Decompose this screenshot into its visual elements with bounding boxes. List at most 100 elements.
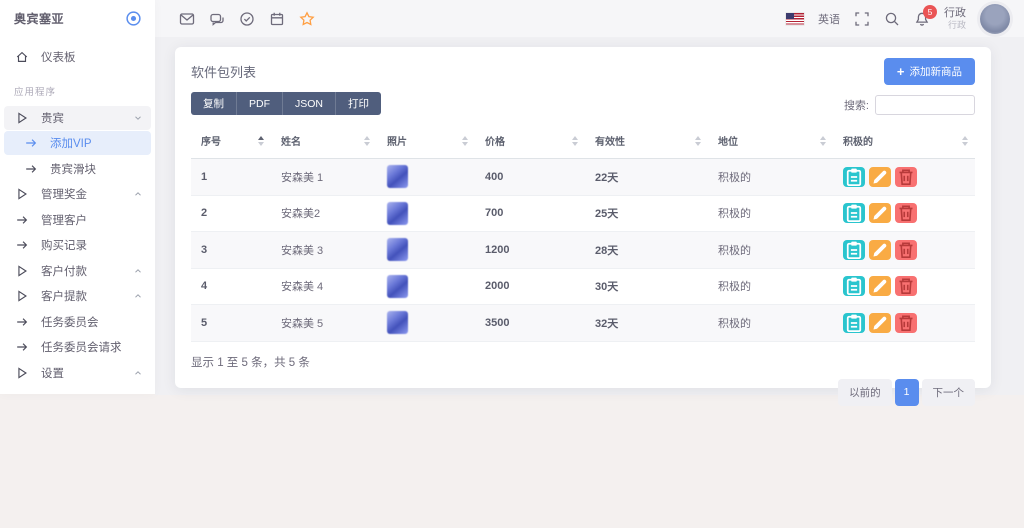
fullscreen-icon[interactable] bbox=[854, 11, 870, 27]
json-button[interactable]: JSON bbox=[283, 92, 336, 115]
next-page-button[interactable]: 下一个 bbox=[922, 379, 976, 406]
us-flag-icon[interactable] bbox=[786, 13, 804, 25]
page-title: 软件包列表 bbox=[191, 58, 256, 81]
pdf-button[interactable]: PDF bbox=[237, 92, 283, 115]
export-button-group: 复制 PDF JSON 打印 bbox=[191, 92, 381, 115]
packages-table: 序号 姓名 照片 价格 有效性 地位 积极的 1 安森美 1 400 bbox=[191, 125, 975, 342]
delete-button[interactable] bbox=[895, 167, 917, 187]
column-label: 照片 bbox=[387, 137, 407, 148]
cell-name: 安森美 4 bbox=[271, 268, 377, 305]
add-product-button[interactable]: + 添加新商品 bbox=[884, 58, 975, 85]
sidebar-item-label: 仪表板 bbox=[41, 49, 76, 65]
page-number-button[interactable]: 1 bbox=[895, 379, 919, 406]
sort-icons bbox=[572, 136, 578, 146]
app-window: 奥宾塞亚 仪表板 应用程序 贵宾 添加VIP 贵宾滑块 bbox=[0, 0, 1024, 528]
column-header-validity[interactable]: 有效性 bbox=[585, 125, 708, 159]
sidebar-item-add-vip[interactable]: 添加VIP bbox=[4, 131, 151, 155]
chat-icon[interactable] bbox=[209, 11, 225, 27]
arrow-right-icon bbox=[24, 136, 38, 150]
package-photo bbox=[387, 275, 408, 298]
cell-no: 1 bbox=[191, 159, 271, 196]
chevron-up-icon bbox=[133, 266, 143, 276]
sidebar-item-label: 购买记录 bbox=[41, 237, 87, 253]
language-selector[interactable]: 英语 bbox=[818, 11, 840, 27]
mail-icon[interactable] bbox=[179, 11, 195, 27]
copy-button[interactable]: 复制 bbox=[191, 92, 237, 115]
card-header: 软件包列表 + 添加新商品 bbox=[191, 58, 975, 85]
arrow-right-icon bbox=[24, 162, 38, 176]
play-icon bbox=[15, 289, 29, 303]
column-header-actions[interactable]: 积极的 bbox=[833, 125, 975, 159]
sidebar-item-manage-bonus[interactable]: 管理奖金 bbox=[4, 182, 151, 206]
avatar[interactable] bbox=[980, 4, 1010, 34]
check-circle-icon[interactable] bbox=[239, 11, 255, 27]
sidebar-item-dashboard[interactable]: 仪表板 bbox=[4, 45, 151, 69]
cell-status: 积极的 bbox=[708, 232, 833, 269]
view-button[interactable] bbox=[843, 240, 865, 260]
edit-button[interactable] bbox=[869, 313, 891, 333]
user-name: 行政 bbox=[944, 6, 966, 20]
sort-icons bbox=[364, 136, 370, 146]
cell-no: 2 bbox=[191, 195, 271, 232]
sidebar-item-label: 任务委员会请求 bbox=[41, 339, 122, 355]
arrow-right-icon bbox=[15, 315, 29, 329]
view-button[interactable] bbox=[843, 167, 865, 187]
sidebar-item-task-committee-requests[interactable]: 任务委员会请求 bbox=[4, 335, 151, 359]
column-header-price[interactable]: 价格 bbox=[475, 125, 585, 159]
package-list-card: 软件包列表 + 添加新商品 复制 PDF JSON 打印 搜索: bbox=[175, 47, 991, 388]
column-header-name[interactable]: 姓名 bbox=[271, 125, 377, 159]
column-header-no[interactable]: 序号 bbox=[191, 125, 271, 159]
arrow-right-icon bbox=[15, 340, 29, 354]
edit-button[interactable] bbox=[869, 167, 891, 187]
delete-button[interactable] bbox=[895, 313, 917, 333]
cell-photo bbox=[377, 268, 475, 305]
cell-actions bbox=[833, 195, 975, 232]
user-role: 行政 bbox=[944, 20, 966, 32]
sidebar-item-task-committee[interactable]: 任务委员会 bbox=[4, 310, 151, 334]
edit-button[interactable] bbox=[869, 240, 891, 260]
table-info: 显示 1 至 5 条，共 5 条 bbox=[191, 354, 975, 370]
search-input[interactable] bbox=[875, 95, 975, 115]
sidebar-item-customer-payments[interactable]: 客户付款 bbox=[4, 259, 151, 283]
view-button[interactable] bbox=[843, 203, 865, 223]
cell-validity: 32天 bbox=[585, 305, 708, 342]
search-icon[interactable] bbox=[884, 11, 900, 27]
view-button[interactable] bbox=[843, 276, 865, 296]
column-header-photo[interactable]: 照片 bbox=[377, 125, 475, 159]
delete-button[interactable] bbox=[895, 276, 917, 296]
sidebar-item-label: 客户付款 bbox=[41, 263, 87, 279]
cell-photo bbox=[377, 159, 475, 196]
sidebar-item-settings[interactable]: 设置 bbox=[4, 361, 151, 385]
sidebar-item-vip[interactable]: 贵宾 bbox=[4, 106, 151, 130]
sidebar-toggle-icon[interactable] bbox=[125, 10, 142, 27]
view-button[interactable] bbox=[843, 313, 865, 333]
home-icon bbox=[15, 50, 29, 64]
package-photo bbox=[387, 238, 408, 261]
cell-no: 5 bbox=[191, 305, 271, 342]
sidebar-item-manage-customers[interactable]: 管理客户 bbox=[4, 208, 151, 232]
delete-button[interactable] bbox=[895, 203, 917, 223]
brand-name: 奥宾塞亚 bbox=[14, 10, 64, 27]
cell-price: 700 bbox=[475, 195, 585, 232]
previous-page-button[interactable]: 以前的 bbox=[838, 379, 892, 406]
delete-button[interactable] bbox=[895, 240, 917, 260]
table-toolbar: 复制 PDF JSON 打印 搜索: bbox=[191, 92, 975, 115]
chevron-up-icon bbox=[133, 291, 143, 301]
column-header-status[interactable]: 地位 bbox=[708, 125, 833, 159]
table-row: 3 安森美 3 1200 28天 积极的 bbox=[191, 232, 975, 269]
edit-button[interactable] bbox=[869, 276, 891, 296]
calendar-icon[interactable] bbox=[269, 11, 285, 27]
main-content: 软件包列表 + 添加新商品 复制 PDF JSON 打印 搜索: bbox=[155, 37, 1024, 395]
sidebar-item-vip-slider[interactable]: 贵宾滑块 bbox=[4, 157, 151, 181]
edit-button[interactable] bbox=[869, 203, 891, 223]
column-label: 序号 bbox=[201, 137, 221, 148]
star-icon[interactable] bbox=[299, 11, 315, 27]
print-button[interactable]: 打印 bbox=[336, 92, 381, 115]
sidebar-item-customer-withdrawals[interactable]: 客户提款 bbox=[4, 284, 151, 308]
brand: 奥宾塞亚 bbox=[0, 0, 155, 37]
cell-actions bbox=[833, 159, 975, 196]
notifications-bell[interactable]: 5 bbox=[914, 11, 930, 27]
cell-price: 3500 bbox=[475, 305, 585, 342]
sidebar-item-purchase-records[interactable]: 购买记录 bbox=[4, 233, 151, 257]
arrow-right-icon bbox=[15, 238, 29, 252]
